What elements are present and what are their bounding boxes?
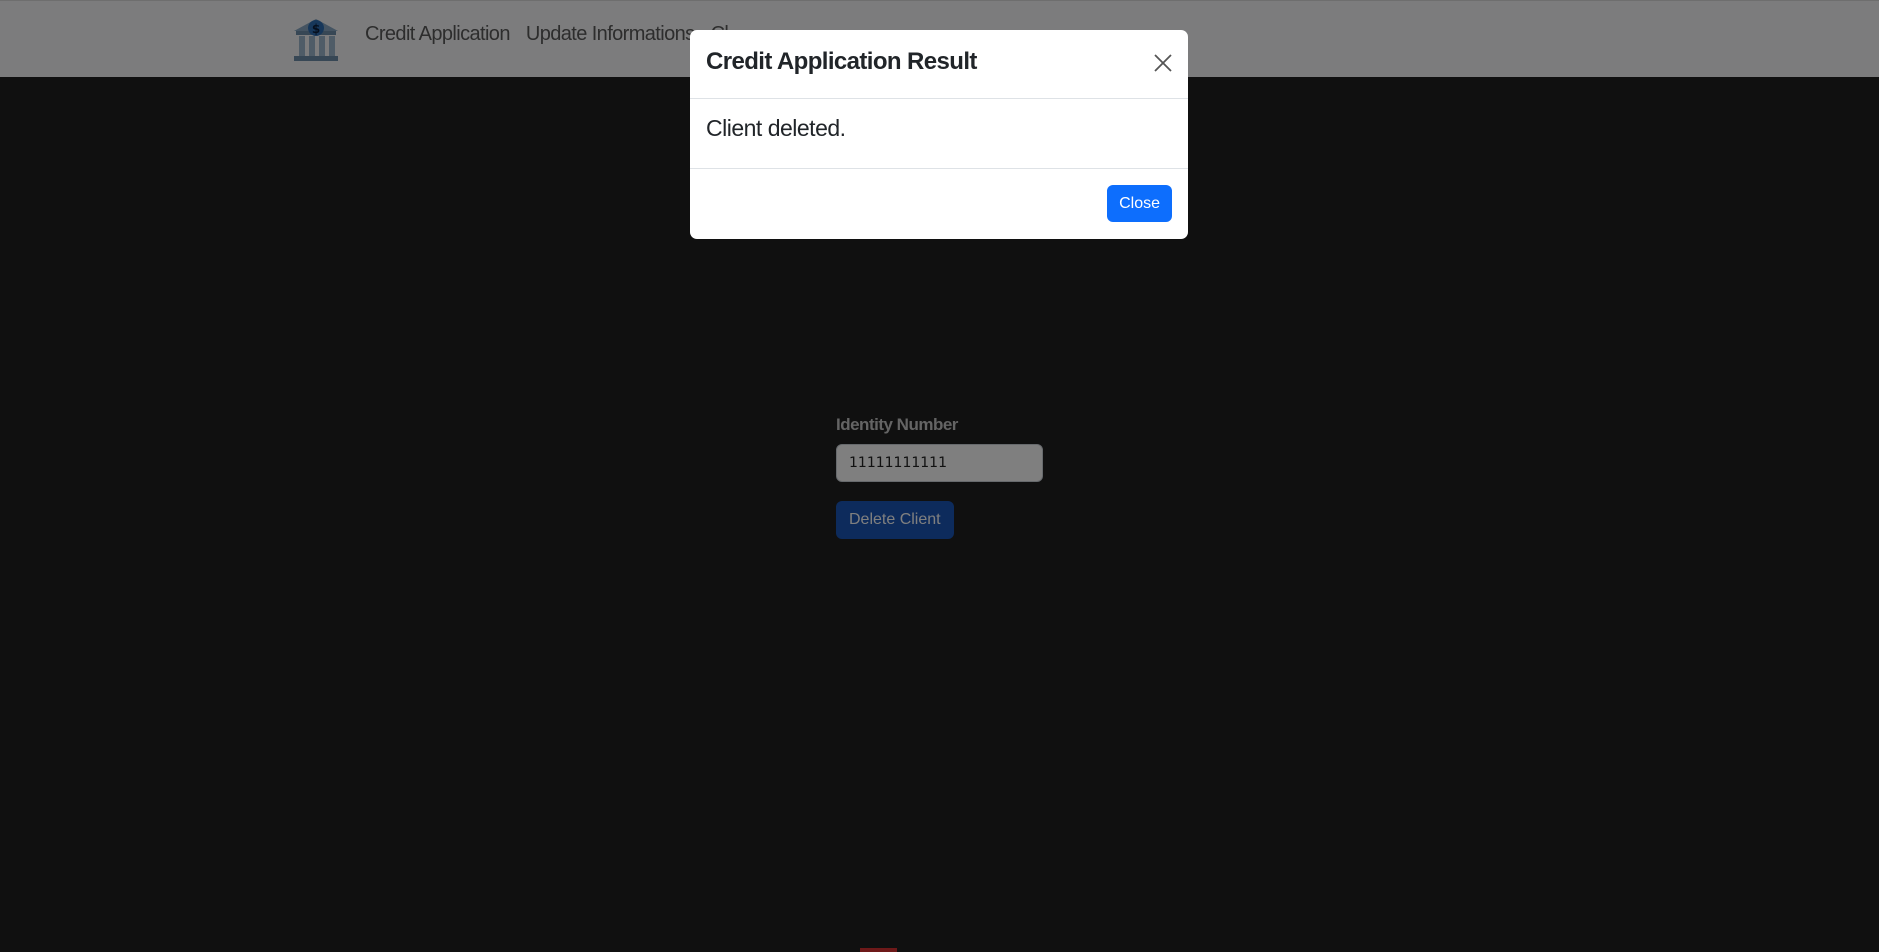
close-icon[interactable] <box>1152 52 1174 74</box>
modal-title: Credit Application Result <box>706 48 977 75</box>
modal-header: Credit Application Result <box>690 30 1188 99</box>
modal-message: Client deleted. <box>706 115 846 141</box>
result-modal: Credit Application Result Client deleted… <box>690 30 1188 239</box>
modal-footer: Close <box>690 169 1188 239</box>
close-button[interactable]: Close <box>1107 185 1172 222</box>
modal-body: Client deleted. <box>690 99 1188 169</box>
